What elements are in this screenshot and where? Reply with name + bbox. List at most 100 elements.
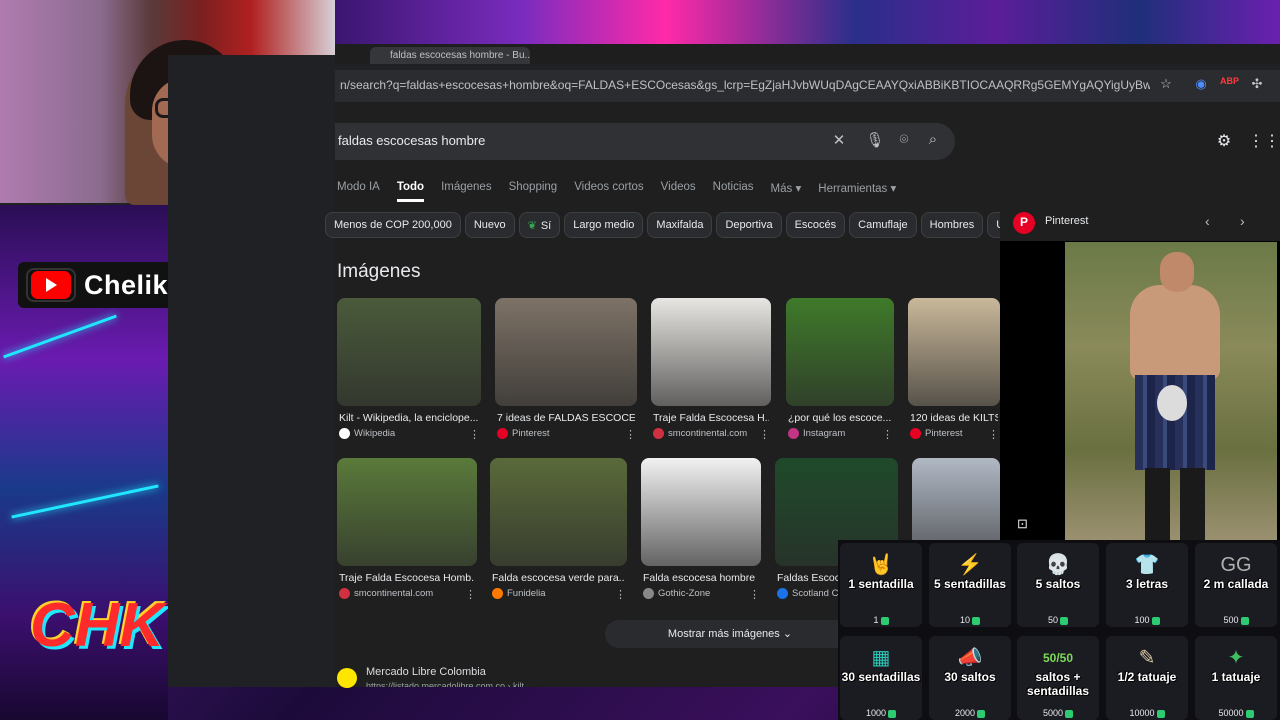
chip[interactable]: Hombres: [920, 212, 984, 238]
image-source[interactable]: Scotland C...: [777, 588, 846, 599]
extensions-icon[interactable]: ✣: [1248, 76, 1266, 94]
image-thumbnail[interactable]: [337, 298, 481, 406]
reward-card[interactable]: ✎ 1/2 tatuaje 10000: [1106, 636, 1188, 720]
more-options-icon[interactable]: ⋮: [465, 588, 476, 601]
reward-card[interactable]: ▦ 30 sentadillas 1000: [840, 636, 922, 720]
reward-card[interactable]: 👕 3 letras 100: [1106, 543, 1188, 627]
chip[interactable]: Nuevo: [464, 212, 515, 238]
image-source[interactable]: Funidelia: [492, 588, 546, 599]
tab-videos[interactable]: Videos: [661, 181, 696, 202]
tab-herramientas[interactable]: Herramientas ▾: [818, 181, 896, 202]
browser-tab[interactable]: faldas escocesas hombre - Bu...: [370, 47, 530, 64]
screen: ChelikSama CHK faldas escocesas hombre -…: [0, 0, 1280, 720]
image-title[interactable]: Falda escocesa hombre: [643, 572, 759, 584]
more-options-icon[interactable]: ⋮: [469, 428, 480, 441]
clear-icon[interactable]: ✕: [829, 131, 849, 151]
search-icon[interactable]: ⌕: [923, 131, 943, 151]
image-title[interactable]: Traje Falda Escocesa Homb...: [339, 572, 475, 584]
chip[interactable]: Camuflaje: [849, 212, 917, 238]
image-result[interactable]: Falda escocesa verde para... Funidelia ⋮: [490, 458, 627, 606]
result-url[interactable]: https://listado.mercadolibre.com.co › ki…: [366, 681, 524, 687]
image-source[interactable]: Gothic-Zone: [643, 588, 710, 599]
chip[interactable]: Maxifalda: [647, 212, 713, 238]
more-options-icon[interactable]: ⋮: [625, 428, 636, 441]
image-title[interactable]: 120 ideas de KILTS: [910, 412, 998, 424]
image-source[interactable]: Pinterest: [497, 428, 550, 439]
image-title[interactable]: Kilt - Wikipedia, la enciclope...: [339, 412, 479, 424]
image-result[interactable]: Falda escocesa hombre Gothic-Zone ⋮: [641, 458, 761, 606]
tab-mas[interactable]: Más ▾: [771, 181, 802, 202]
image-source[interactable]: Pinterest: [910, 428, 963, 439]
chip[interactable]: ❦ Sí: [518, 212, 561, 238]
preview-source[interactable]: Pinterest: [1045, 215, 1088, 227]
next-icon[interactable]: ›: [1240, 213, 1245, 229]
more-options-icon[interactable]: ⋮: [615, 588, 626, 601]
chip[interactable]: Unis: [987, 212, 1000, 238]
url-text[interactable]: n/search?q=faldas+escocesas+hombre&oq=FA…: [340, 78, 1150, 92]
image-title[interactable]: Traje Falda Escocesa H...: [653, 412, 769, 424]
reward-card[interactable]: 50/50 saltos + sentadillas 5000: [1017, 636, 1099, 720]
chip[interactable]: Largo medio: [564, 212, 644, 238]
image-result[interactable]: Traje Falda Escocesa H... smcontinental.c…: [651, 298, 771, 446]
camera-search-icon[interactable]: ⌾: [894, 131, 914, 151]
image-title[interactable]: Falda escocesa verde para...: [492, 572, 625, 584]
image-source[interactable]: smcontinental.com: [653, 428, 747, 439]
tab-imagenes[interactable]: Imágenes: [441, 181, 492, 202]
image-result[interactable]: Kilt - Wikipedia, la enciclope... Wikiped…: [337, 298, 481, 446]
reward-card[interactable]: ✦ 1 tatuaje 50000: [1195, 636, 1277, 720]
tab-todo[interactable]: Todo: [396, 181, 425, 202]
image-title[interactable]: ¿por qué los escoce...: [788, 412, 892, 424]
image-source[interactable]: Wikipedia: [339, 428, 395, 439]
chip[interactable]: Deportiva: [716, 212, 782, 238]
image-result[interactable]: Traje Falda Escocesa Homb... smcontinenta…: [337, 458, 477, 606]
source-favicon-icon: [788, 428, 799, 439]
more-options-icon[interactable]: ⋮: [759, 428, 770, 441]
image-thumbnail[interactable]: [490, 458, 627, 566]
image-thumbnail[interactable]: [786, 298, 894, 406]
reward-card[interactable]: 📣 30 saltos 2000: [929, 636, 1011, 720]
image-thumbnail[interactable]: [337, 458, 477, 566]
previous-icon[interactable]: ‹: [1205, 213, 1210, 229]
reward-card[interactable]: GG 2 m callada 500: [1195, 543, 1277, 627]
image-thumbnail[interactable]: [908, 298, 1000, 406]
points-gem-icon: [972, 616, 980, 625]
more-options-icon[interactable]: ⋮: [882, 428, 893, 441]
lens-search-icon[interactable]: ⊡: [1017, 516, 1028, 532]
search-query[interactable]: faldas escocesas hombre: [338, 133, 485, 148]
image-thumbnail[interactable]: [495, 298, 637, 406]
microphone-icon[interactable]: 🎙: [865, 131, 885, 151]
image-thumbnail[interactable]: [641, 458, 761, 566]
settings-gear-icon[interactable]: ⚙: [1213, 131, 1235, 153]
image-thumbnail[interactable]: [651, 298, 771, 406]
reward-card[interactable]: 🤘 1 sentadilla 1: [840, 543, 922, 627]
image-source[interactable]: Instagram: [788, 428, 845, 439]
bookmark-star-icon[interactable]: ☆: [1157, 76, 1175, 94]
mercadolibre-favicon: [337, 668, 357, 688]
show-more-label: Mostrar más imágenes: [667, 628, 780, 640]
image-result[interactable]: ¿por qué los escoce... Instagram ⋮: [786, 298, 894, 446]
reward-card[interactable]: ⚡ 5 sentadillas 10: [929, 543, 1011, 627]
image-source[interactable]: smcontinental.com: [339, 588, 433, 599]
result-site-name[interactable]: Mercado Libre Colombia: [366, 666, 486, 678]
more-options-icon[interactable]: ⋮: [988, 428, 999, 441]
show-more-images-button[interactable]: Mostrar más imágenes ⌄: [605, 620, 855, 648]
adblock-icon[interactable]: ABP: [1220, 76, 1239, 94]
source-favicon-icon: [492, 588, 503, 599]
preview-figure-torso: [1130, 285, 1220, 380]
image-result[interactable]: 7 ideas de FALDAS ESCOCE... Pinterest ⋮: [495, 298, 637, 446]
chip[interactable]: Menos de COP 200,000: [325, 212, 461, 238]
audio-icon[interactable]: ◉: [1192, 76, 1210, 94]
tab-videos-cortos[interactable]: Videos cortos: [574, 181, 643, 202]
tab-modo-ia[interactable]: Modo IA: [337, 181, 380, 202]
reward-cost-value: 2000: [954, 708, 976, 718]
more-options-icon[interactable]: ⋮: [749, 588, 760, 601]
image-result[interactable]: 120 ideas de KILTS Pinterest ⋮: [908, 298, 1000, 446]
search-tabs: Modo IA Todo Imágenes Shopping Videos co…: [337, 181, 913, 202]
reward-card[interactable]: 💀 5 saltos 50: [1017, 543, 1099, 627]
tab-noticias[interactable]: Noticias: [713, 181, 754, 202]
chip[interactable]: Escocés: [785, 212, 846, 238]
image-title[interactable]: 7 ideas de FALDAS ESCOCE...: [497, 412, 635, 424]
apps-grid-icon[interactable]: ⋮⋮: [1248, 131, 1280, 153]
points-gem-icon: [1060, 616, 1068, 625]
tab-shopping[interactable]: Shopping: [509, 181, 558, 202]
